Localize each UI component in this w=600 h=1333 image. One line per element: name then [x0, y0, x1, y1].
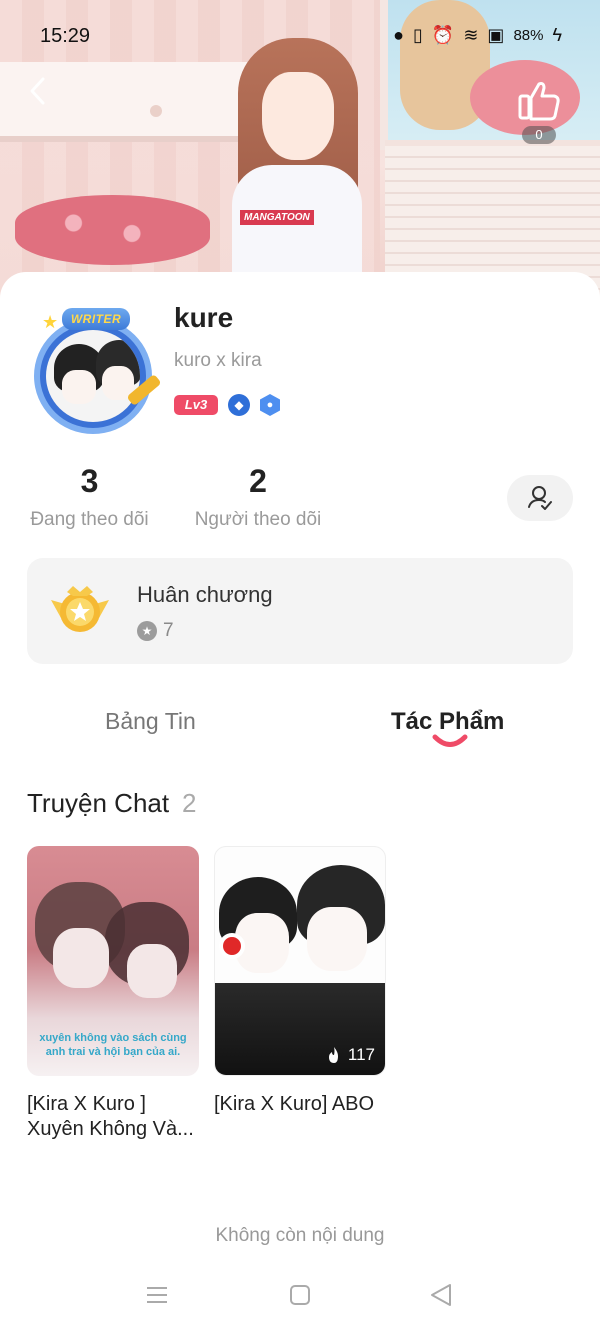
section-title: Truyện Chat [27, 788, 170, 818]
work-item[interactable]: xuyên không vào sách cùng anh trai và hộ… [27, 846, 199, 1142]
medal-count: 7 [163, 620, 174, 641]
end-of-content-text: Không còn nội dung [215, 1225, 385, 1246]
cover-character-face [262, 72, 334, 160]
medal-icon [51, 586, 109, 632]
followers-stat[interactable]: 2 Người theo dõi [192, 463, 324, 531]
fire-icon [328, 1047, 338, 1063]
medal-title: Huân chương [137, 582, 273, 607]
medal-card[interactable]: Huân chương ★ 7 [27, 558, 573, 664]
status-time: 15:29 [40, 25, 91, 47]
mic-icon: ● [393, 25, 404, 45]
work-title[interactable]: [Kira X Kuro ] Xuyên Không Và... [27, 1092, 199, 1142]
cover-art-face-right [307, 907, 367, 971]
chevron-left-icon [30, 77, 45, 105]
view-count: 117 [326, 1045, 375, 1065]
following-count: 3 [80, 463, 99, 499]
cover-stool [15, 195, 210, 265]
following-stat[interactable]: 3 Đang theo dõi [27, 463, 152, 531]
cover-drawer-knob [150, 105, 162, 117]
following-label: Đang theo dõi [30, 509, 149, 531]
work-item[interactable]: 117 [Kira X Kuro] ABO [214, 846, 386, 1117]
menu-icon[interactable] [144, 1282, 170, 1308]
battery-percent: 88% [513, 26, 544, 44]
star-icon: ★ [42, 312, 59, 332]
cover-art-face-left [53, 928, 109, 988]
charging-icon: ϟ [552, 25, 562, 45]
nickname: kuro x kira [174, 350, 262, 371]
system-nav-bar [0, 1272, 600, 1322]
cover-art-face-right [127, 944, 177, 998]
writer-banner: WRITER [62, 308, 130, 330]
cover-art-headphone [219, 933, 245, 959]
alarm-icon: ⏰ [431, 25, 455, 45]
like-count: 0 [522, 126, 556, 144]
medal-star-icon: ★ [137, 621, 157, 641]
work-cover[interactable]: xuyên không vào sách cùng anh trai và hộ… [27, 846, 199, 1076]
cover-caption: xuyên không vào sách cùng anh trai và hộ… [39, 1032, 187, 1058]
avatar-image [46, 330, 140, 422]
avatar-figure-face-left [62, 370, 96, 404]
avatar-frame [34, 318, 152, 434]
level-badge[interactable]: Lv3 [174, 395, 218, 415]
avatar[interactable]: ★ WRITER [28, 308, 164, 436]
vibrate-icon: ▯ [413, 25, 423, 45]
work-title[interactable]: [Kira X Kuro] ABO [214, 1092, 386, 1117]
username: kure [174, 302, 234, 333]
drop-badge-icon[interactable]: ◆ [228, 394, 250, 416]
battery-icon: ▣ [487, 25, 505, 45]
wifi-icon: ≋ [463, 25, 479, 45]
profile-card: ★ WRITER kure kuro x kira Lv3 ◆ ● 3 Đang… [0, 272, 600, 1333]
back-button[interactable] [24, 74, 54, 108]
status-icons: ● ▯ ⏰ ≋ ▣ 88% ϟ [393, 26, 562, 44]
follow-button[interactable] [507, 475, 573, 521]
tab-feed[interactable]: Bảng Tin [105, 708, 196, 735]
badge-row: Lv3 ◆ ● [174, 394, 280, 416]
user-check-icon [528, 486, 552, 510]
work-cover[interactable]: 117 [214, 846, 386, 1076]
section-count: 2 [182, 788, 197, 818]
cover-shirt-print: MANGATOON [240, 210, 314, 225]
status-bar: 15:29 ● ▯ ⏰ ≋ ▣ 88% ϟ [0, 22, 600, 52]
followers-count: 2 [249, 463, 267, 499]
thumbs-up-icon [518, 82, 560, 121]
home-square-icon[interactable] [287, 1282, 313, 1308]
view-count-value: 117 [347, 1045, 375, 1064]
back-triangle-icon[interactable] [428, 1282, 454, 1308]
hexagon-badge-icon[interactable]: ● [260, 394, 280, 416]
tab-active-indicator [432, 734, 468, 747]
medal-count-row: ★ 7 [137, 620, 174, 642]
followers-label: Người theo dõi [194, 509, 322, 531]
